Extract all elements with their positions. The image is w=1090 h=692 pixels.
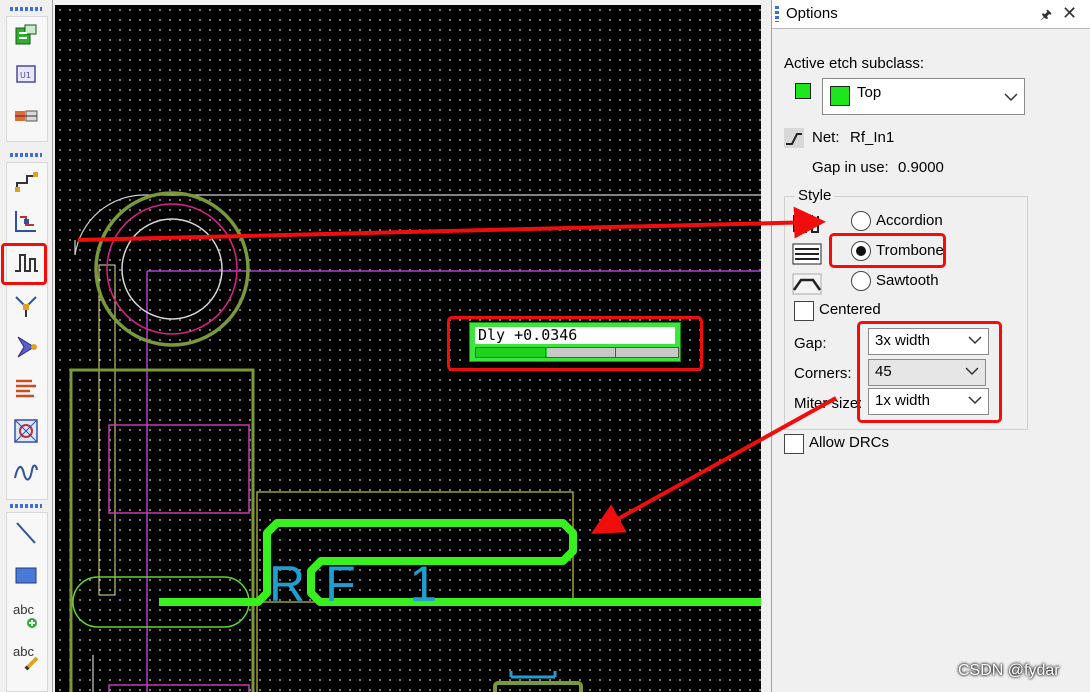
style-label-trombone: Trombone [876,242,944,259]
etch-color-swatch[interactable] [795,83,811,99]
slide-button[interactable] [7,204,45,238]
corners-label: Corners: [794,365,852,382]
design-canvas[interactable]: RF 1 Dly +0.0346 [55,5,761,692]
etch-subclass-select[interactable]: Top [822,78,1025,115]
add-rect-icon [15,567,37,584]
vertex-button[interactable] [7,288,45,322]
style-radio-sawtooth[interactable] [851,271,871,291]
options-panel: Options 🖈 ✕ Active etch subclass: Top Ne… [771,0,1090,692]
allow-drcs-checkbox[interactable] [784,434,804,454]
net-label: Net: [812,129,840,146]
add-connect-button[interactable] [7,163,45,197]
chevron-down-icon [1004,93,1018,102]
bottom-component [493,681,583,692]
place-manual-button[interactable] [7,19,45,53]
trombone-trace [159,519,761,606]
chevron-down-icon [968,336,982,345]
custom-smooth-icon [14,419,38,443]
pin-icon[interactable]: 🖈 [1040,6,1052,28]
corners-select[interactable]: 45 [868,359,986,386]
gap-in-use-value: 0.9000 [898,159,944,176]
add-rect-button[interactable] [7,558,45,592]
add-connect-icon [15,172,38,192]
fanout-button[interactable] [7,330,45,364]
options-title: Options [786,5,838,22]
vertex-icon [15,296,37,317]
chevron-down-icon [968,396,982,405]
delay-meter-divider [545,348,546,357]
add-line-icon [16,522,36,544]
style-radio-accordion[interactable] [851,211,871,231]
refdes-label: RF 1 [269,556,458,612]
phase-tune-button[interactable] [7,455,45,489]
add-text-button[interactable]: abc [7,598,45,632]
subclass-value: Top [857,84,882,101]
subclass-color-icon [830,86,850,106]
delay-meter: Dly +0.0346 [469,322,681,362]
style-label-sawtooth: Sawtooth [876,272,939,289]
active-etch-label: Active etch subclass: [784,55,925,72]
net-icon [784,128,804,148]
toolbar-grip[interactable] [10,504,42,508]
delay-meter-divider [615,348,616,357]
add-line-button[interactable] [7,516,45,550]
edit-text-button[interactable]: abc [7,640,45,674]
fanout-icon [17,336,37,358]
gap-value: 3x width [875,332,931,349]
place-manual-icon [15,24,37,45]
trombone-style-icon [792,243,822,265]
via-mid [106,203,238,335]
miter-size-label: Miter size: [794,395,863,412]
via-outer [94,191,250,347]
spread-button[interactable] [7,372,45,406]
options-titlebar: Options 🖈 ✕ [772,0,1090,29]
style-label-accordion: Accordion [876,212,943,229]
add-text-label: abc [13,602,34,617]
slide-icon [15,211,36,232]
panel-grip[interactable] [775,6,779,22]
toolbar-grip[interactable] [10,153,42,157]
delay-tune-icon [15,254,38,272]
svg-text:U1: U1 [20,71,31,80]
component-u1-icon: U1 [16,65,36,83]
via-inner [121,218,223,320]
allow-drcs-label: Allow DRCs [809,434,890,451]
miter-size-select[interactable]: 1x width [868,388,989,415]
chevron-down-icon [965,367,979,376]
delay-meter-text: Dly +0.0346 [475,327,675,344]
sawtooth-style-icon [792,273,822,295]
edit-text-label: abc [13,644,34,659]
gap-label: Gap: [794,335,827,352]
centered-checkbox[interactable] [794,301,814,321]
spread-icon [16,379,36,398]
close-icon[interactable]: ✕ [1062,3,1077,24]
delay-meter-bar [475,347,679,358]
delay-tune-button[interactable] [1,243,47,285]
miter-size-value: 1x width [875,392,931,409]
phase-tune-icon [14,464,38,481]
delay-meter-fill [476,348,547,357]
accordion-style-icon [793,215,819,233]
gap-select[interactable]: 3x width [868,328,989,355]
style-radio-trombone[interactable] [851,241,871,261]
place-package-icon [15,110,38,122]
style-label: Style [795,187,835,204]
component-outline [69,368,255,692]
place-package-button[interactable] [7,99,45,133]
place-component-button[interactable]: U1 [7,57,45,91]
left-toolbar: U1 abc abc [0,0,53,692]
custom-smooth-button[interactable] [7,414,45,448]
centered-label: Centered [819,301,881,318]
component-body [108,684,250,692]
watermark: CSDN @fydar [958,662,1060,679]
net-value: Rf_In1 [850,129,895,146]
component-body [108,424,250,514]
toolbar-grip[interactable] [10,7,42,11]
gap-in-use-label: Gap in use: [812,159,889,176]
corners-value: 45 [875,363,892,380]
